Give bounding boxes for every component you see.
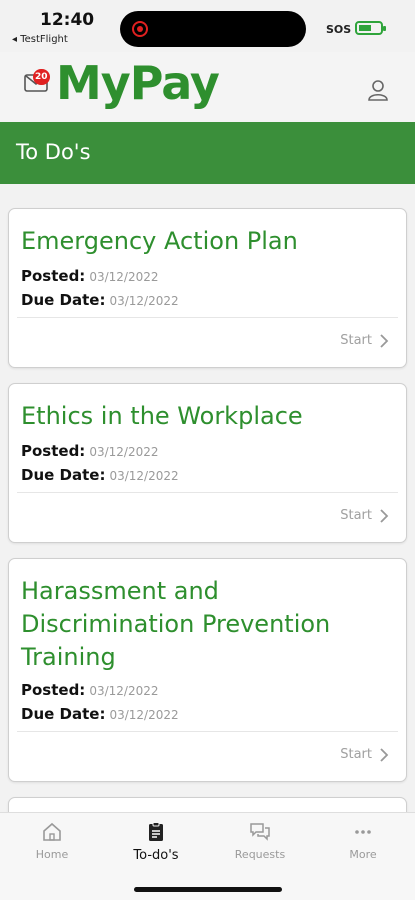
due-label: Due Date: bbox=[21, 466, 106, 484]
start-button[interactable]: Start bbox=[340, 333, 372, 348]
chevron-right-icon[interactable] bbox=[378, 334, 390, 348]
posted-row: Posted: 03/12/2022 bbox=[21, 267, 158, 285]
todo-card[interactable]: Ethics in the Workplace Posted: 03/12/202… bbox=[8, 383, 407, 543]
app-header: 20 MyPay bbox=[0, 52, 415, 122]
mail-badge: 20 bbox=[33, 69, 50, 85]
status-time: 12:40 bbox=[40, 10, 95, 30]
screen: 12:40 ◂ TestFlight SOS 20 MyPay To Do's … bbox=[0, 0, 415, 900]
profile-icon[interactable] bbox=[366, 78, 390, 102]
home-icon bbox=[43, 822, 61, 841]
ellipsis-icon bbox=[355, 830, 371, 834]
app-title: MyPay bbox=[56, 56, 220, 110]
posted-row: Posted: 03/12/2022 bbox=[21, 681, 158, 699]
tab-label: More bbox=[349, 848, 377, 861]
chat-icon bbox=[250, 823, 270, 841]
todo-card-partial[interactable] bbox=[8, 797, 407, 812]
status-bar: 12:40 ◂ TestFlight SOS bbox=[0, 0, 415, 52]
posted-row: Posted: 03/12/2022 bbox=[21, 442, 158, 460]
tab-label: To-do's bbox=[133, 848, 179, 863]
todo-list[interactable]: Emergency Action Plan Posted: 03/12/2022 … bbox=[0, 184, 415, 812]
tab-label: Home bbox=[35, 848, 69, 861]
tab-home[interactable]: Home bbox=[0, 821, 104, 861]
section-header: To Do's bbox=[0, 122, 415, 184]
due-date: 03/12/2022 bbox=[109, 294, 179, 308]
start-button[interactable]: Start bbox=[340, 747, 372, 762]
tab-label: Requests bbox=[234, 848, 286, 861]
todo-card[interactable]: Harassment and Discrimination Prevention… bbox=[8, 558, 407, 782]
carrier-text: SOS bbox=[326, 23, 352, 36]
tab-requests[interactable]: Requests bbox=[208, 821, 312, 861]
posted-date: 03/12/2022 bbox=[89, 270, 159, 284]
start-button[interactable]: Start bbox=[340, 508, 372, 523]
chevron-right-icon[interactable] bbox=[378, 509, 390, 523]
due-date: 03/12/2022 bbox=[109, 469, 179, 483]
todo-title: Harassment and Discrimination Prevention… bbox=[21, 577, 331, 671]
divider bbox=[17, 317, 398, 318]
todo-card[interactable]: Emergency Action Plan Posted: 03/12/2022 … bbox=[8, 208, 407, 368]
due-label: Due Date: bbox=[21, 291, 106, 309]
due-row: Due Date: 03/12/2022 bbox=[21, 705, 179, 723]
divider bbox=[17, 731, 398, 732]
dynamic-island bbox=[120, 11, 306, 47]
tab-todos[interactable]: To-do's bbox=[104, 821, 208, 863]
back-to-app-link[interactable]: ◂ TestFlight bbox=[12, 34, 68, 45]
divider bbox=[17, 492, 398, 493]
todo-title: Emergency Action Plan bbox=[21, 227, 298, 255]
home-indicator[interactable] bbox=[134, 887, 282, 892]
posted-label: Posted: bbox=[21, 267, 86, 285]
recording-icon bbox=[132, 21, 148, 37]
posted-date: 03/12/2022 bbox=[89, 445, 159, 459]
clipboard-icon bbox=[149, 822, 163, 841]
posted-label: Posted: bbox=[21, 681, 86, 699]
due-date: 03/12/2022 bbox=[109, 708, 179, 722]
chevron-right-icon[interactable] bbox=[378, 748, 390, 762]
posted-date: 03/12/2022 bbox=[89, 684, 159, 698]
todo-title: Ethics in the Workplace bbox=[21, 402, 303, 430]
posted-label: Posted: bbox=[21, 442, 86, 460]
due-row: Due Date: 03/12/2022 bbox=[21, 291, 179, 309]
due-label: Due Date: bbox=[21, 705, 106, 723]
tab-more[interactable]: More bbox=[311, 821, 415, 861]
section-title: To Do's bbox=[16, 140, 91, 164]
battery-icon bbox=[355, 21, 386, 35]
due-row: Due Date: 03/12/2022 bbox=[21, 466, 179, 484]
